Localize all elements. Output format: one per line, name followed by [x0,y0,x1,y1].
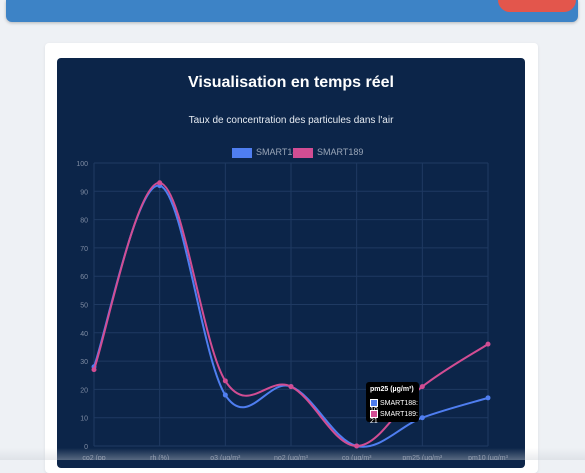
y-tick-label: 10 [80,416,88,423]
y-tick-label: 90 [80,189,88,196]
y-tick-label: 80 [80,218,88,225]
data-point-smart189 [222,378,228,384]
y-tick-label: 30 [80,359,88,366]
data-point-smart188 [485,395,491,401]
y-tick-label: 40 [80,331,88,338]
tooltip-swatch-smart188 [370,399,378,407]
chart-tooltip: pm25 (µg/m³) SMART188: 10 SMART189: 21 [366,382,419,425]
data-point-smart188 [419,415,425,421]
data-point-smart189 [91,367,97,373]
data-point-smart189 [157,180,163,186]
y-tick-label: 100 [76,161,88,168]
y-tick-label: 60 [80,274,88,281]
data-point-smart189 [485,341,491,347]
data-point-smart189 [419,384,425,390]
bottom-fade [0,448,585,460]
data-point-smart189 [288,384,294,390]
data-point-smart188 [222,392,228,398]
tooltip-row-smart189: SMART189: 21 [370,410,419,425]
tooltip-title: pm25 (µg/m³) [370,386,414,393]
y-tick-label: 70 [80,246,88,253]
tooltip-swatch-smart189 [370,410,378,418]
line-chart: 0102030405060708090100 co2 (pprh (%)o3 (… [76,161,508,460]
y-tick-label: 50 [80,303,88,310]
y-tick-label: 20 [80,387,88,394]
